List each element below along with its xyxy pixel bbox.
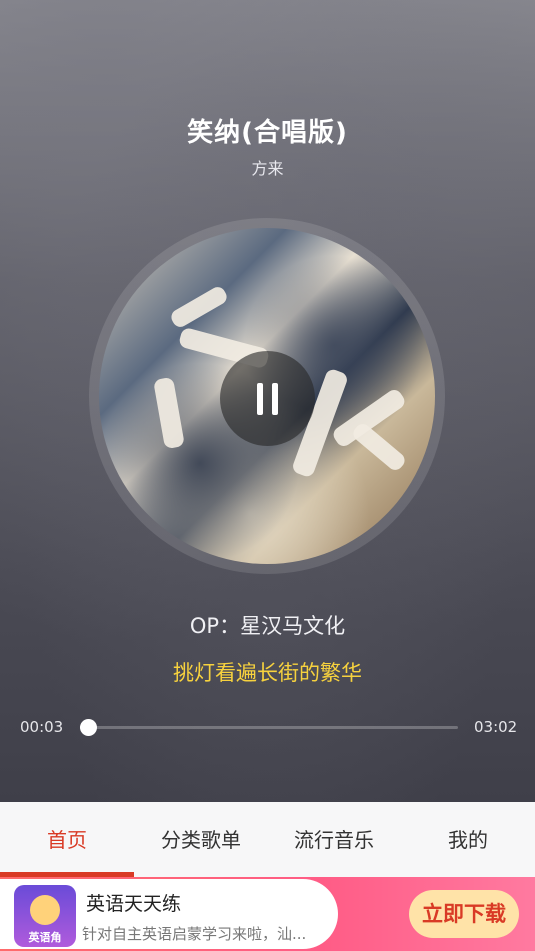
pause-icon: [257, 383, 263, 415]
mascot-icon: [30, 895, 60, 925]
ad-description: 针对自主英语启蒙学习来啦，汕...: [82, 925, 307, 943]
cover-brush-stroke: [350, 420, 408, 474]
ad-logo-text: 英语角: [28, 931, 62, 944]
song-title: 笑纳(合唱版): [187, 118, 348, 148]
total-time: 03:02: [474, 718, 518, 736]
progress-slider[interactable]: [79, 719, 458, 736]
progress-thumb[interactable]: [79, 719, 97, 736]
tab-categories[interactable]: 分类歌单: [134, 824, 268, 853]
tab-mine[interactable]: 我的: [401, 824, 535, 853]
current-lyric-line: 挑灯看遍长街的繁华: [173, 661, 362, 685]
bottom-tab-bar: 首页 分类歌单 流行音乐 我的: [0, 802, 535, 877]
song-artist: 方来: [251, 159, 284, 178]
ad-title: 英语天天练: [86, 893, 182, 915]
ad-download-button[interactable]: 立即下载: [409, 890, 519, 938]
tab-pop-music[interactable]: 流行音乐: [267, 824, 401, 853]
pause-icon: [272, 383, 278, 415]
cover-brush-stroke: [153, 376, 185, 450]
tab-home[interactable]: 首页: [0, 824, 134, 853]
ad-card[interactable]: 英语角 英语天天练 针对自主英语启蒙学习来啦，汕...: [0, 879, 338, 949]
pause-button[interactable]: [220, 351, 315, 446]
current-time: 00:03: [20, 718, 64, 736]
lyric-credit-line: OP：星汉马文化: [189, 614, 346, 638]
ad-banner[interactable]: 英语角 英语天天练 针对自主英语启蒙学习来啦，汕... 立即下载: [0, 877, 535, 951]
cover-brush-stroke: [168, 284, 230, 330]
ad-app-logo: 英语角: [14, 885, 76, 947]
